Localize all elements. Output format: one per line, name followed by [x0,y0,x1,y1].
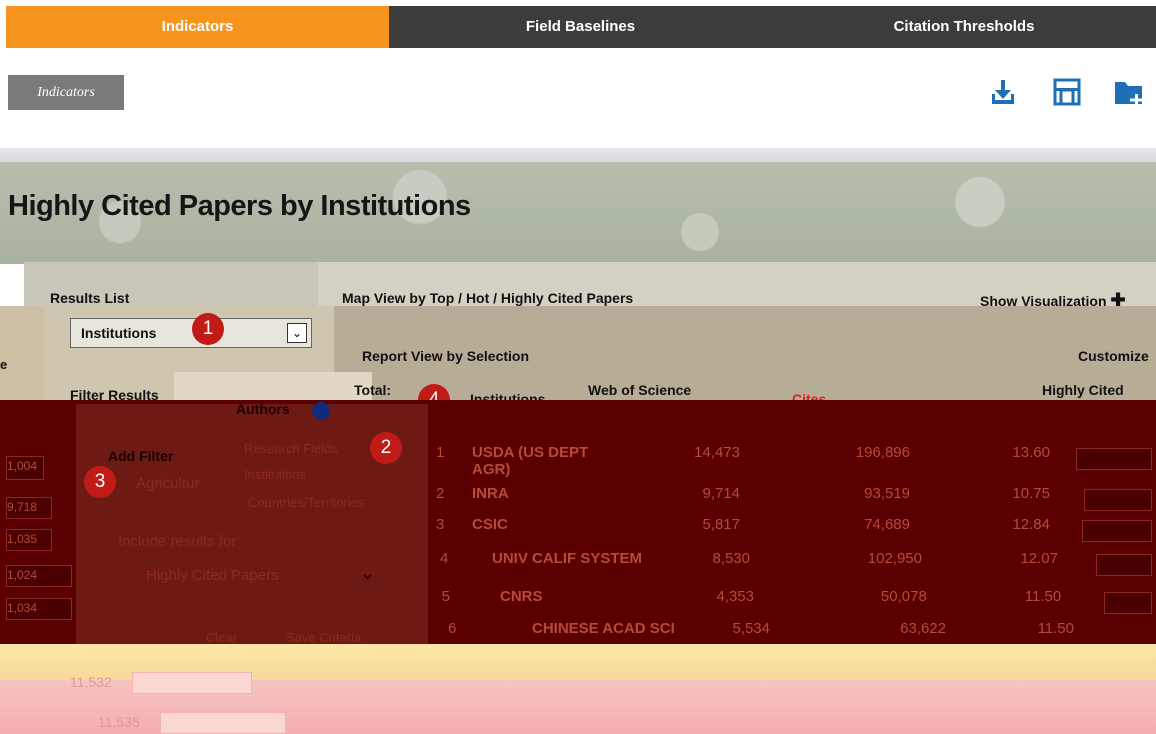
institution-name[interactable]: USDA (US DEPT AGR) [472,444,622,478]
highly-cited-bar [1084,489,1152,511]
tab-indicators[interactable]: Indicators [6,6,389,48]
highly-cited-bar [1104,592,1152,614]
total-label: Total: [354,382,392,398]
row-cites-per-paper: 11.50 [1024,588,1062,605]
row-docs: 9,714 [702,485,740,502]
info-icon [312,402,330,420]
menu-countries[interactable]: Countries/Territories [248,495,364,510]
row-rank: 1 [436,444,445,461]
row-cites: 74,689 [864,516,910,533]
badge-2: 2 [370,432,402,464]
save-criteria-button[interactable]: Save Criteria [286,630,361,645]
download-icon[interactable] [986,76,1020,108]
left-count-box: 9,718 [6,497,52,519]
badge-1: 1 [192,313,224,345]
filter-chip-agriculture[interactable]: Agricultur [136,475,199,492]
row-cites-per-paper: 10.75 [1012,485,1050,502]
institution-name[interactable]: CNRS [500,588,650,605]
row-rank: 2 [436,485,445,502]
results-list-label: Results List [50,290,130,306]
map-view-label: Map View by Top / Hot / Highly Cited Pap… [342,290,634,306]
row-rank: 5 [441,588,450,605]
folder-add-icon[interactable] [1112,76,1146,108]
add-filter-link[interactable]: Add Filter [108,448,173,464]
report-view-label: Report View by Selection [362,348,530,364]
results-type-select[interactable]: Institutions ⌄ [70,318,312,348]
highly-cited-bar [1082,520,1152,542]
print-icon[interactable] [1050,76,1084,108]
row-docs: 14,473 [694,444,740,461]
customize-link[interactable]: Customize [1078,348,1149,364]
tab-field-baselines[interactable]: Field Baselines [389,6,772,48]
include-results-select[interactable]: Highly Cited Papers [146,567,279,584]
banner-top-strip [0,148,1156,162]
row-rank: 3 [436,516,445,533]
left-edge-tab [0,306,44,400]
institution-name[interactable]: INRA [472,485,622,502]
left-count-box: 1,004 [6,456,44,480]
top-tab-bar: Indicators Field Baselines Citation Thre… [6,6,1156,48]
left-count-box: 1,034 [6,598,72,620]
highly-cited-bar [1096,554,1152,576]
row-docs: 4,353 [716,588,754,605]
row-cites-per-paper: 12.07 [1020,550,1058,567]
row-rank: 6 [448,620,457,637]
page-title: Highly Cited Papers by Institutions [8,190,471,222]
row-cites: 63,622 [900,620,946,637]
left-lower-value-2: 11,535 [98,714,140,730]
authors-option[interactable]: Authors [236,401,290,417]
include-chevron-icon: ⌄ [360,563,376,583]
institution-name[interactable]: UNIV CALIF SYSTEM [492,550,642,567]
row-docs: 8,530 [712,550,750,567]
row-cites-per-paper: 13.60 [1012,444,1050,461]
left-lower-bar-2 [160,712,286,734]
menu-research-fields[interactable]: Research Fields [244,441,338,456]
row-cites: 102,950 [867,550,922,567]
left-count-value: 9,718 [7,500,38,514]
results-type-value: Institutions [81,325,157,341]
row-cites-per-paper: 11.50 [1037,620,1074,637]
left-edge-letter: e [0,357,8,372]
row-docs: 5,534 [732,620,770,637]
left-count-box: 1,035 [6,529,52,551]
row-docs: 5,817 [702,516,740,533]
institution-name[interactable]: CSIC [472,516,622,533]
left-count-box: 1,024 [6,565,72,587]
breadcrumb[interactable]: Indicators [8,75,124,110]
left-count-value: 1,004 [7,459,38,473]
left-lower-value: 11,532 [70,674,112,690]
left-count-value: 1,034 [7,601,38,615]
col-wos-docs-header: Web of Science [588,382,692,398]
badge-3: 3 [84,466,116,498]
left-count-value: 1,024 [7,568,38,582]
row-cites: 93,519 [864,485,910,502]
clear-button[interactable]: Clear [206,630,237,645]
menu-institutions[interactable]: Institutions [244,467,306,482]
filter-menu-top [174,372,372,400]
include-results-label: Include results for [118,533,237,550]
left-lower-bar [132,672,252,694]
row-cites: 50,078 [880,588,927,605]
row-cites-per-paper: 12.84 [1012,516,1050,533]
chevron-down-icon: ⌄ [287,323,307,343]
tab-citation-thresholds[interactable]: Citation Thresholds [772,6,1156,48]
highly-cited-bar [1076,448,1152,470]
row-rank: 4 [440,550,449,567]
col-highly-cited-header: Highly Cited [1042,382,1124,398]
left-count-value: 1,035 [7,532,38,546]
row-cites: 196,896 [855,444,910,461]
